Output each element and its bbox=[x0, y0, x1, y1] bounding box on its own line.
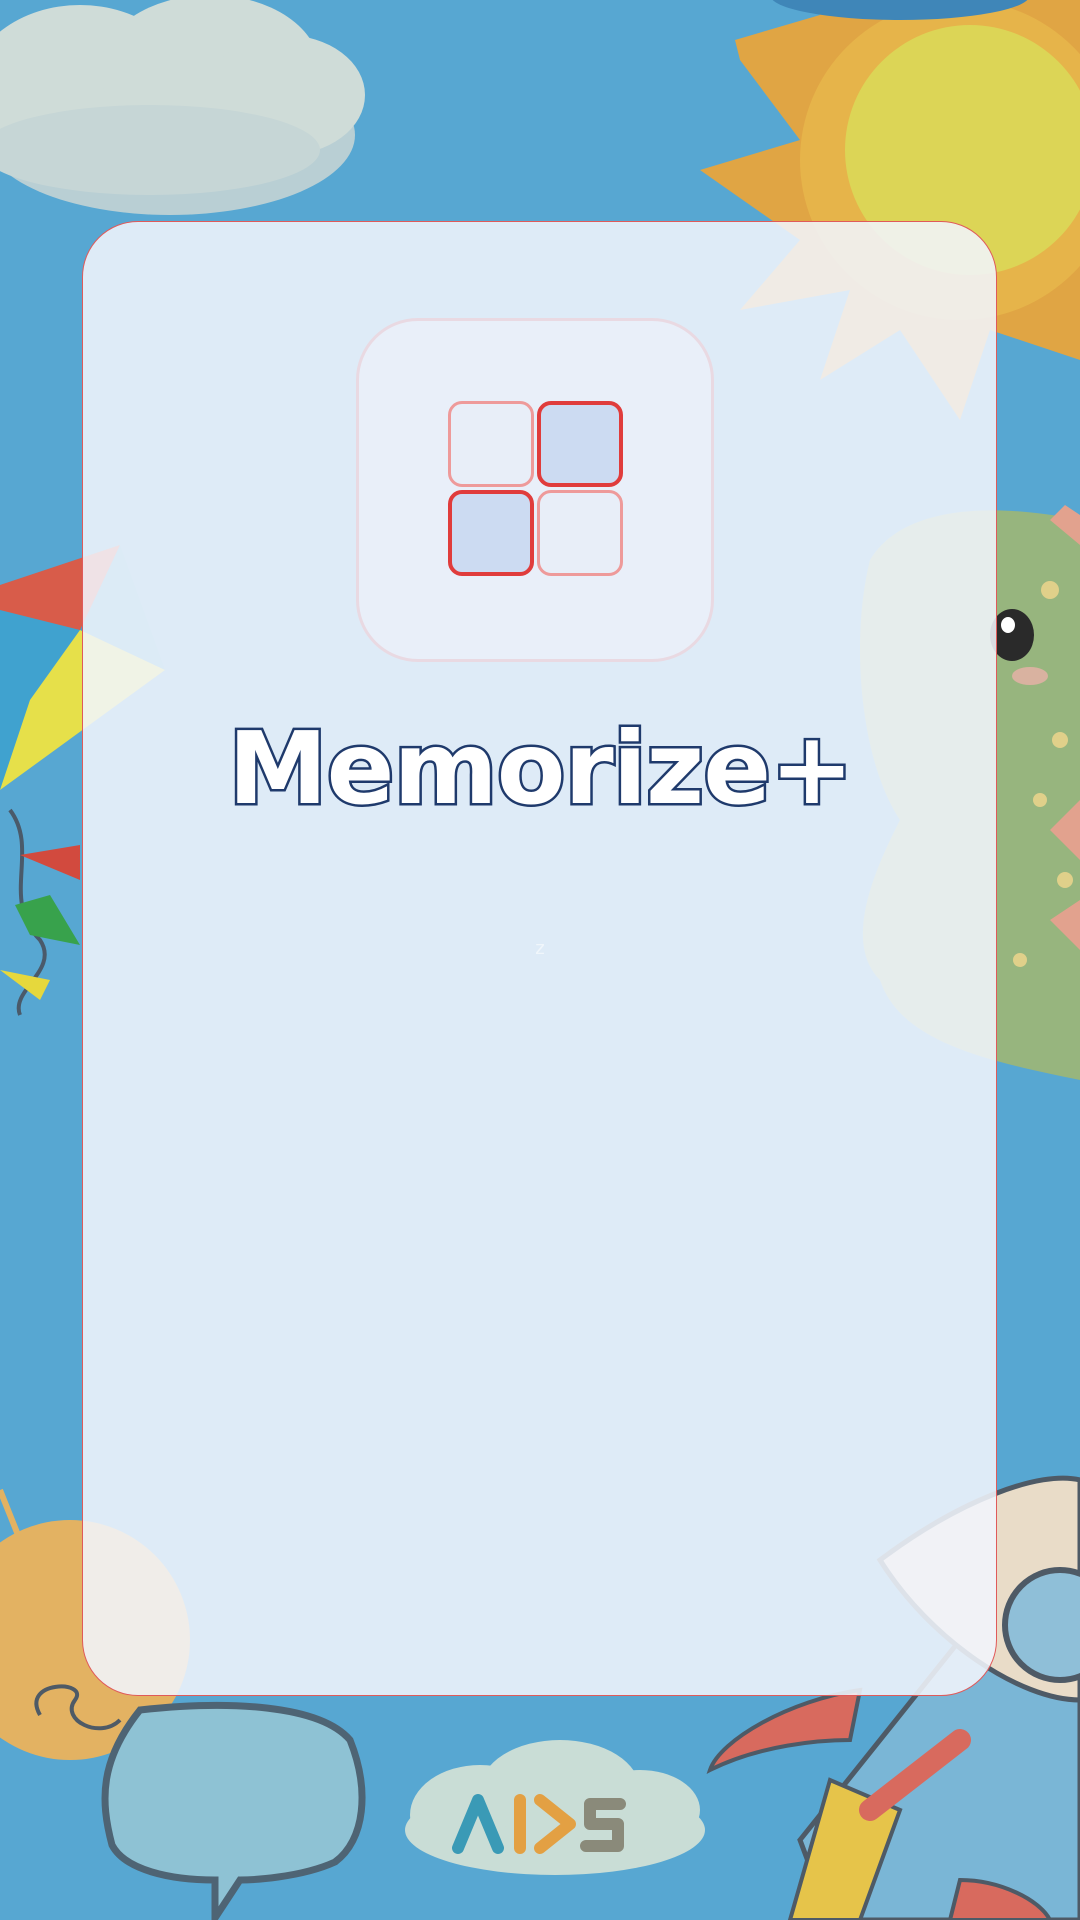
logo-tile bbox=[448, 490, 534, 576]
loading-hint-glyph: z bbox=[535, 938, 545, 959]
brand-cloud-decoration bbox=[405, 1740, 705, 1875]
app-logo bbox=[356, 318, 714, 662]
cloud-decoration bbox=[0, 0, 365, 215]
logo-tile bbox=[537, 490, 623, 576]
app-title: Memorize+ bbox=[226, 708, 857, 830]
logo-tile bbox=[537, 401, 623, 487]
speech-bubble-decoration bbox=[101, 1701, 366, 1920]
logo-tile bbox=[448, 401, 534, 487]
